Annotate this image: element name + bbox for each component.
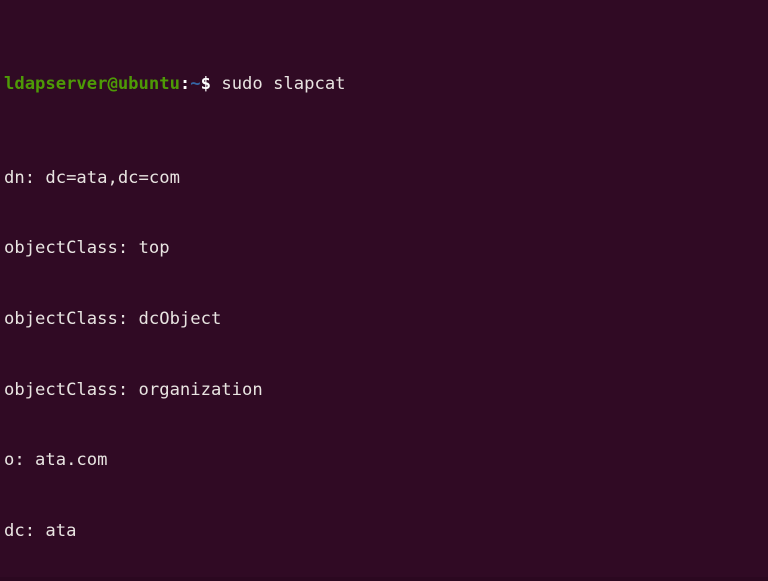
terminal-screen[interactable]: ldapserver@ubuntu:~$ sudo slapcat dn: dc… [4,2,768,581]
output-line: objectClass: dcObject [4,309,222,330]
terminal-window[interactable]: ldapserver@ubuntu:~$ sudo slapcat dn: dc… [0,0,768,581]
prompt-colon: : [179,73,191,94]
output-line: dc: ata [4,521,77,542]
prompt-command: sudo slapcat [211,73,346,94]
output-line: o: ata.com [4,450,108,471]
prompt-user-host: ldapserver@ubuntu [4,73,180,94]
terminal-bottom-edge [0,577,768,581]
prompt-sigil: $ [200,73,211,94]
output-line: dn: dc=ata,dc=com [4,167,180,188]
output-line: objectClass: top [4,238,170,259]
output-line: objectClass: organization [4,379,263,400]
prompt-line: ldapserver@ubuntu:~$ sudo slapcat [4,73,768,97]
prompt-path: ~ [190,73,201,94]
